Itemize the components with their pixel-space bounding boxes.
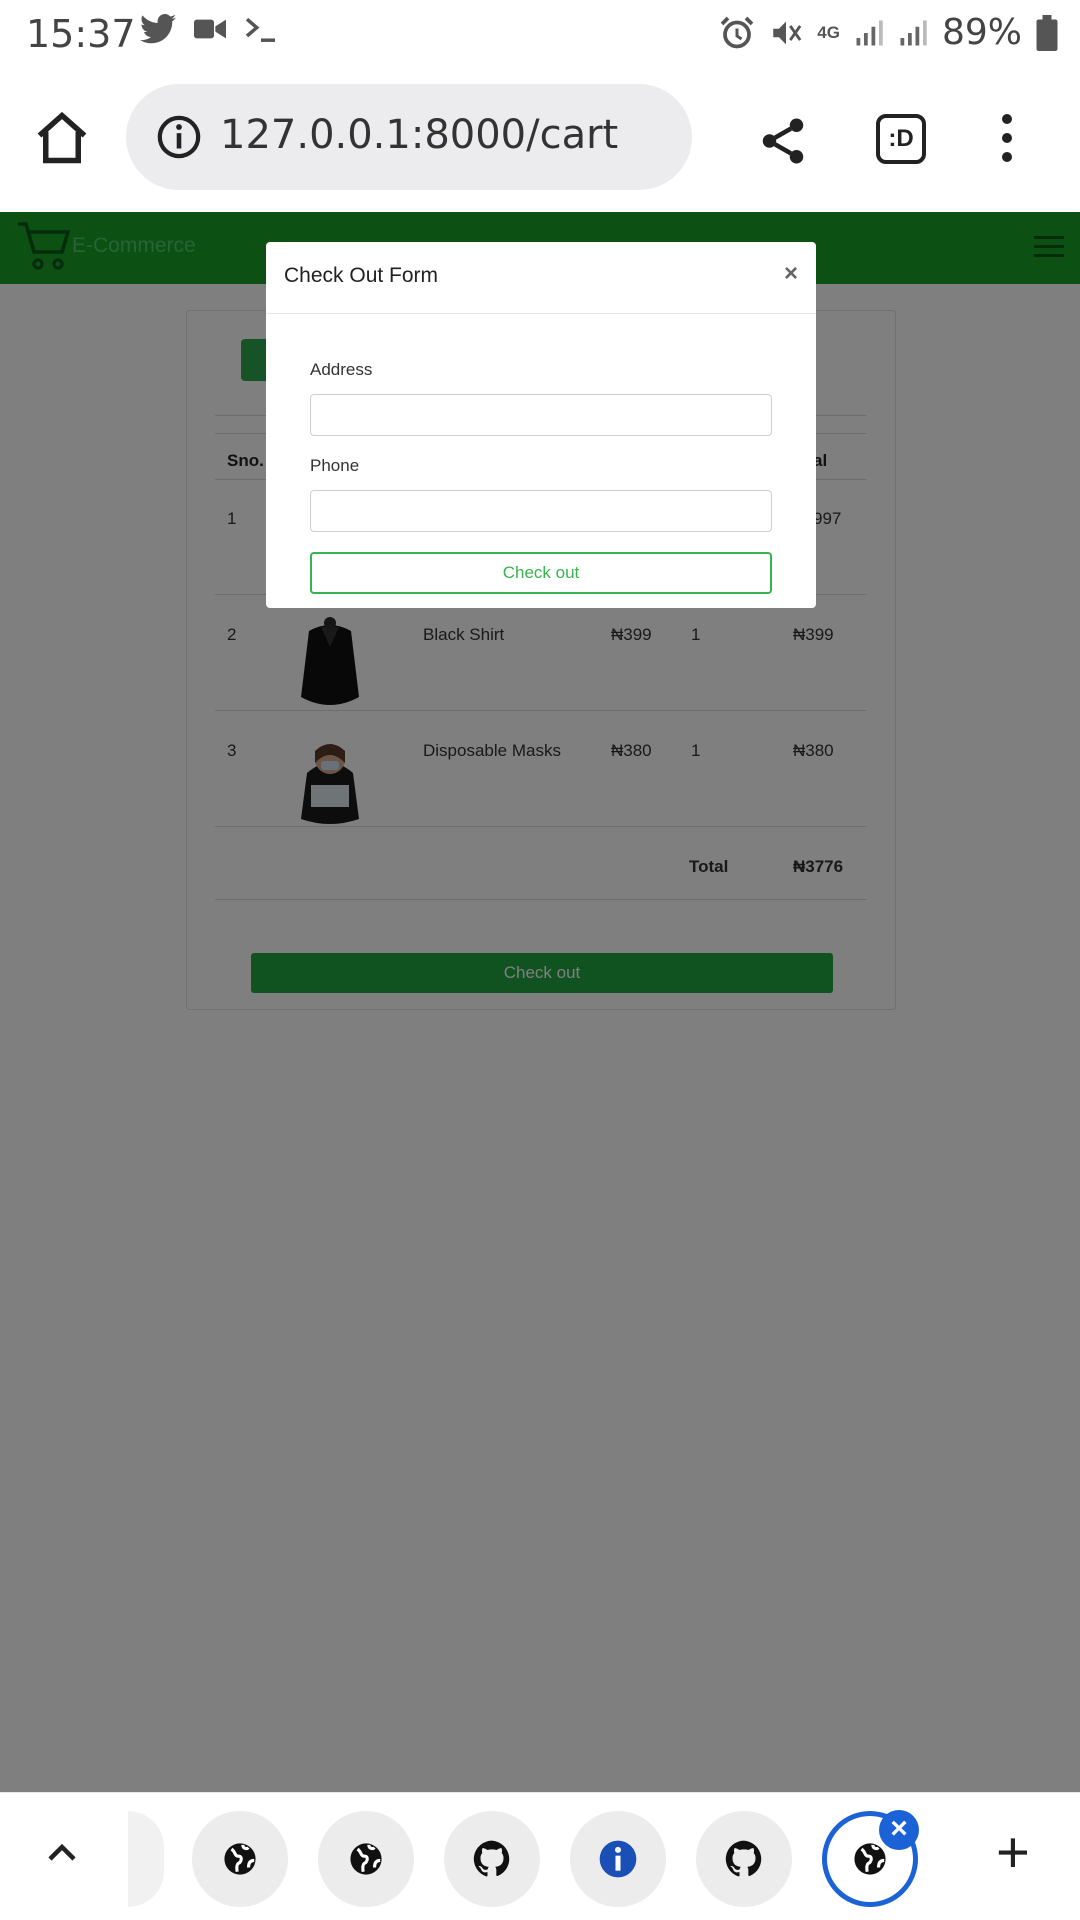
github-icon <box>725 1840 762 1877</box>
address-label: Address <box>310 360 373 379</box>
github-icon <box>473 1840 510 1877</box>
signal-icon <box>900 20 927 45</box>
address-bar[interactable]: 127.0.0.1:8000/cart <box>126 84 692 190</box>
phone-label: Phone <box>310 456 360 475</box>
modal-checkout-button[interactable]: Check out <box>310 552 772 594</box>
home-icon[interactable] <box>32 108 92 168</box>
terminal-icon <box>245 17 275 42</box>
info-icon <box>599 1840 637 1878</box>
close-tab-icon[interactable]: × <box>879 1810 919 1850</box>
status-bar: 15:37 4G 89% <box>0 0 1080 68</box>
twitter-icon <box>140 14 176 44</box>
checkout-modal: Check Out Form × Address Phone Check out <box>266 242 816 608</box>
browser-toolbar: 127.0.0.1:8000/cart :D <box>0 68 1080 212</box>
new-tab-icon[interactable]: + <box>996 1824 1030 1882</box>
extension-button[interactable]: :D <box>876 114 926 164</box>
modal-header: Check Out Form × <box>266 242 816 314</box>
web-content: E-Commerce Sno. al 1 997 2 Black Shirt ₦… <box>0 212 1080 1792</box>
signal-icon <box>856 20 883 45</box>
share-icon[interactable] <box>756 114 810 168</box>
battery-percent: 89% <box>941 12 1022 53</box>
info-icon[interactable] <box>156 114 202 160</box>
chevron-up-icon[interactable] <box>44 1835 80 1871</box>
tab-4[interactable] <box>570 1811 666 1907</box>
video-camera-icon <box>194 19 226 39</box>
globe-icon <box>224 1843 256 1875</box>
tab-3[interactable] <box>444 1811 540 1907</box>
4g-icon: 4G <box>817 22 840 42</box>
tab-5[interactable] <box>696 1811 792 1907</box>
mute-icon <box>773 21 802 44</box>
tab-6-active[interactable]: × <box>822 1810 919 1907</box>
alarm-icon <box>720 16 754 48</box>
globe-icon <box>350 1843 382 1875</box>
modal-title: Check Out Form <box>284 264 439 287</box>
battery-icon <box>1036 14 1058 51</box>
tab-2[interactable] <box>318 1811 414 1907</box>
phone-field[interactable] <box>310 490 772 532</box>
status-time: 15:37 <box>26 12 136 56</box>
tab-switcher-bar: × + <box>0 1792 1080 1920</box>
tab-partial[interactable] <box>128 1811 164 1907</box>
close-icon[interactable]: × <box>784 260 798 288</box>
overflow-menu-icon[interactable] <box>992 114 1022 170</box>
url-text[interactable]: 127.0.0.1:8000/cart <box>220 112 618 158</box>
tab-1[interactable] <box>192 1811 288 1907</box>
globe-icon <box>854 1843 886 1875</box>
address-field[interactable] <box>310 394 772 436</box>
